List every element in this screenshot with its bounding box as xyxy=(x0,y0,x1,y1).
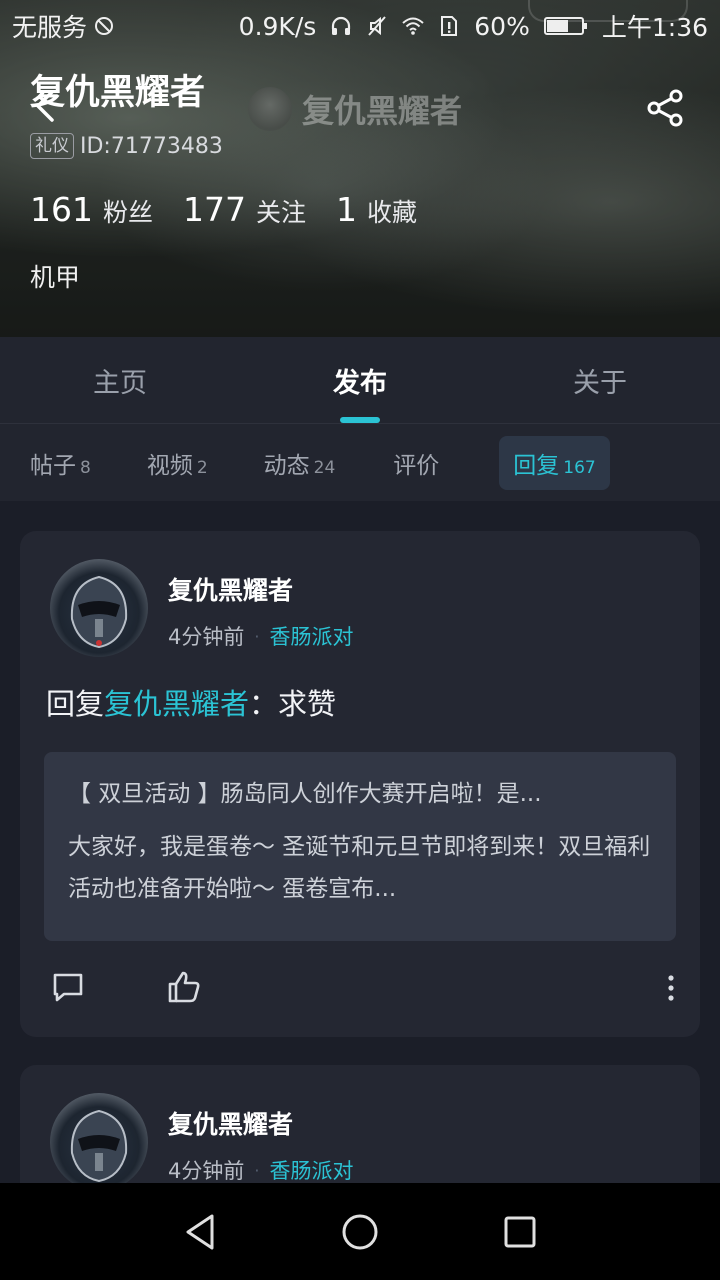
user-id: ID:71773483 xyxy=(80,133,223,159)
helmet-avatar-icon xyxy=(70,1109,128,1183)
tab-about[interactable]: 关于 xyxy=(480,337,720,423)
stat-label: 粉丝 xyxy=(103,198,154,227)
stat-following[interactable]: 177 关注 xyxy=(183,190,306,229)
separator-dot: · xyxy=(254,626,260,646)
no-signal-icon xyxy=(95,17,114,35)
subtab-label: 评价 xyxy=(393,452,440,479)
square-recents-icon xyxy=(504,1216,536,1247)
stat-favorites[interactable]: 1 收藏 xyxy=(336,190,417,229)
comment-icon[interactable] xyxy=(50,969,86,1005)
stat-number: 177 xyxy=(183,190,247,229)
etiquette-badge: 礼仪 xyxy=(30,133,74,159)
stat-number: 161 xyxy=(30,190,93,229)
subtab-label: 视频 xyxy=(146,452,193,479)
reply-card[interactable]: 复仇黑耀者 4分钟前 · 香肠派对 回复复仇黑耀者：求赞 【 双旦活动 】肠岛同… xyxy=(20,531,700,1037)
stat-label: 收藏 xyxy=(367,198,418,227)
topic-link[interactable]: 香肠派对 xyxy=(269,1155,353,1183)
collapsed-title: 复仇黑耀者 xyxy=(248,86,462,132)
back-arrow-icon[interactable] xyxy=(30,86,60,126)
triangle-back-icon xyxy=(186,1214,214,1249)
status-bar: 无服务 0.9K/s 60% 上午1:36 xyxy=(0,0,720,52)
reply-content: 回复复仇黑耀者：求赞 xyxy=(46,681,336,723)
wifi-icon xyxy=(402,17,424,35)
post-meta: 4分钟前 · 香肠派对 xyxy=(168,621,353,651)
reply-feed: 复仇黑耀者 4分钟前 · 香肠派对 回复复仇黑耀者：求赞 【 双旦活动 】肠岛同… xyxy=(0,501,720,1183)
post-time: 4分钟前 xyxy=(168,625,245,649)
helmet-avatar-icon xyxy=(70,575,128,649)
stat-number: 1 xyxy=(336,190,358,229)
collapsed-title-text: 复仇黑耀者 xyxy=(302,92,463,130)
share-icon[interactable] xyxy=(644,86,688,130)
post-meta: 4分钟前 · 香肠派对 xyxy=(168,1155,353,1183)
subtab-reviews[interactable]: 评价 xyxy=(379,436,457,490)
main-tabs: 主页 发布 关于 xyxy=(0,337,720,424)
net-speed: 0.9K/s xyxy=(238,11,317,41)
separator-dot: · xyxy=(254,1160,260,1180)
more-options-icon[interactable] xyxy=(666,973,676,1003)
mention-link[interactable]: 复仇黑耀者 xyxy=(104,687,249,721)
like-icon[interactable] xyxy=(166,969,202,1005)
subtab-count: 167 xyxy=(563,457,596,478)
subtab-videos[interactable]: 视频 2 xyxy=(133,436,222,490)
stat-label: 关注 xyxy=(256,198,307,227)
carrier-text: 无服务 xyxy=(12,13,88,42)
clock: 上午1:36 xyxy=(601,13,708,42)
nav-back-button[interactable] xyxy=(178,1210,222,1254)
subtab-label: 动态 xyxy=(263,452,310,479)
profile-stats: 161 粉丝 177 关注 1 收藏 xyxy=(30,190,417,229)
tab-posts[interactable]: 发布 xyxy=(240,337,480,423)
subtab-label: 帖子 xyxy=(30,452,76,479)
author-name[interactable]: 复仇黑耀者 xyxy=(168,571,293,607)
quoted-post[interactable]: 【 双旦活动 】肠岛同人创作大赛开启啦！是... 大家好，我是蛋卷～ 圣诞节和元… xyxy=(44,752,676,941)
post-time: 4分钟前 xyxy=(168,1159,245,1183)
quoted-post-body: 大家好，我是蛋卷～ 圣诞节和元旦节即将到来！双旦福利活动也准备开始啦～ 蛋卷宣布… xyxy=(68,834,651,902)
post-actions xyxy=(50,969,202,1005)
nav-home-button[interactable] xyxy=(338,1210,382,1254)
sub-tabs: 帖子 8 视频 2 动态 24 评价 回复 167 xyxy=(0,424,720,501)
subtab-moments[interactable]: 动态 24 xyxy=(250,436,350,490)
subtab-count: 2 xyxy=(196,457,208,478)
avatar[interactable] xyxy=(50,559,148,657)
stat-fans[interactable]: 161 粉丝 xyxy=(30,190,153,229)
profile-tagline: 机甲 xyxy=(30,263,81,292)
quoted-post-title: 【 双旦活动 】肠岛同人创作大赛开启啦！是... xyxy=(68,781,542,807)
nav-recents-button[interactable] xyxy=(498,1210,542,1254)
avatar[interactable] xyxy=(50,1093,148,1183)
profile-header: 无服务 0.9K/s 60% 上午1:36 复仇黑耀者 复仇黑耀者 礼仪 ID:… xyxy=(0,0,720,337)
collapsed-avatar xyxy=(248,87,292,131)
topic-link[interactable]: 香肠派对 xyxy=(269,621,353,651)
headphones-icon xyxy=(332,16,351,35)
battery-icon xyxy=(543,17,587,35)
circle-home-icon xyxy=(342,1214,378,1249)
reply-text: ：求赞 xyxy=(249,687,337,721)
reply-card[interactable]: 复仇黑耀者 4分钟前 · 香肠派对 xyxy=(20,1065,700,1183)
author-name[interactable]: 复仇黑耀者 xyxy=(168,1105,293,1141)
subtab-label: 回复 xyxy=(513,452,560,479)
tab-home[interactable]: 主页 xyxy=(0,337,240,423)
subtab-count: 24 xyxy=(313,457,336,478)
battery-percent: 60% xyxy=(474,11,530,41)
mute-icon xyxy=(368,16,387,36)
subtab-count: 8 xyxy=(80,457,91,478)
subtab-threads[interactable]: 帖子 8 xyxy=(16,436,105,490)
subtab-replies[interactable]: 回复 167 xyxy=(499,435,610,490)
user-id-row: 礼仪 ID:71773483 xyxy=(30,133,223,159)
system-nav-bar xyxy=(0,1183,720,1280)
reply-prefix: 回复 xyxy=(46,687,105,721)
sim-alert-icon xyxy=(441,16,458,36)
